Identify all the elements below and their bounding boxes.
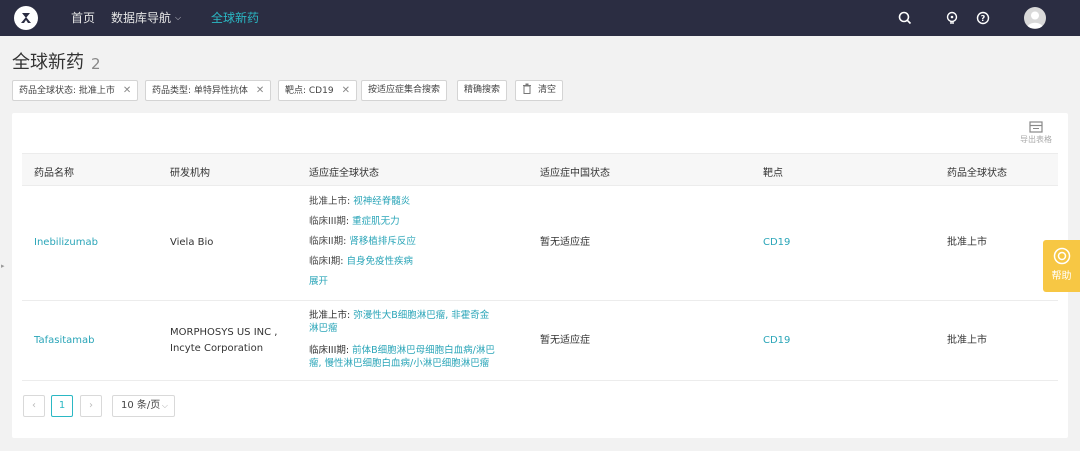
trash-icon [523,83,531,94]
help-circle-icon[interactable]: ? [975,10,991,26]
nav-home[interactable]: 首页 [71,11,95,25]
table-row: Inebilizumab Viela Bio 批准上市: 视神经脊髓炎 临床II… [22,186,1058,301]
lifebuoy-icon [1053,247,1070,265]
indication-item: 临床II期: 肾移植排斥反应 [309,235,416,248]
page-title: 全球新药 [12,52,84,73]
filter-chip-label: 药品类型: 单特异性抗体 [152,86,248,96]
nav-database-label: 数据库导航 [111,11,172,25]
global-drug-status: 批准上市 [947,335,987,346]
target-link[interactable]: CD19 [763,236,790,250]
top-nav-bar: 首页 数据库导航 ⌵ 全球新药 ? [0,0,1080,36]
precise-search-button[interactable]: 精确搜索 [457,80,508,101]
svg-text:?: ? [981,14,986,23]
export-label: 导出表格 [1020,135,1052,144]
filter-chip-global-status[interactable]: 药品全球状态: 批准上市 ✕ [12,80,139,101]
indication-link[interactable]: 肾移植排斥反应 [349,236,416,247]
organization-line-1: MORPHOSYS US INC , [170,327,278,338]
col-drug-name[interactable]: 药品名称 [34,164,74,179]
clear-label: 清空 [538,85,557,95]
page-size-select[interactable]: 10 条/页 ⌵ [112,395,175,417]
help-float-button[interactable]: 帮助 [1043,240,1080,292]
table-row: Tafasitamab MORPHOSYS US INC , Incyte Co… [22,301,1058,381]
indication-item: 临床III期: 前体B细胞淋巴母细胞白血病/淋巴 瘤, 慢性淋巴细胞白血病/小淋… [309,344,519,370]
col-global-indication-status[interactable]: 适应症全球状态 [309,164,379,179]
export-table-icon [1029,121,1043,133]
drug-name-link[interactable]: Inebilizumab [34,236,98,250]
page-1-button[interactable]: 1 [51,395,73,417]
indication-phase: 临床III期: [309,216,353,227]
prev-page-button[interactable]: ‹ [23,395,45,417]
close-icon[interactable]: ✕ [123,85,131,96]
clear-button[interactable]: 清空 [515,80,564,101]
filter-chip-label: 药品全球状态: 批准上市 [19,86,115,96]
indication-phase: 临床II期: [309,236,350,247]
result-count: 2 [91,55,101,73]
results-card: 导出表格 药品名称 研发机构 适应症全球状态 适应症中国状态 靶点 药品全球状态… [12,113,1068,438]
export-button[interactable]: 导出表格 [1016,121,1056,145]
indication-item: 临床I期: 自身免疫性疾病 [309,255,413,268]
china-status: 暂无适应症 [540,335,590,346]
indication-link[interactable]: 视神经脊髓炎 [353,196,410,207]
col-organization[interactable]: 研发机构 [170,164,210,179]
indication-link[interactable]: 瘤, 慢性淋巴细胞白血病/小淋巴细胞淋巴瘤 [309,358,489,369]
search-icon[interactable] [897,10,913,26]
china-status: 暂无适应症 [540,237,590,248]
col-target[interactable]: 靶点 [763,164,783,179]
global-drug-status: 批准上市 [947,237,987,248]
indication-link[interactable]: 自身免疫性疾病 [347,256,414,267]
sidebar-expand-icon[interactable]: ▸ [1,262,5,270]
user-icon [1027,11,1043,28]
indication-phase: 批准上市: [309,196,354,207]
chevron-down-icon: ⌵ [161,401,168,410]
filter-chip-target[interactable]: 靶点: CD19 ✕ [278,80,357,101]
organization-line-2: Incyte Corporation [170,343,264,354]
indication-item: 批准上市: 视神经脊髓炎 [309,195,410,208]
indication-phase: 临床III期: [309,345,353,356]
bulb-icon[interactable] [944,10,960,26]
user-avatar[interactable] [1024,7,1046,29]
close-icon[interactable]: ✕ [342,85,350,96]
help-label: 帮助 [1051,271,1072,282]
indication-phase: 批准上市: [309,310,354,321]
organization: Viela Bio [170,237,214,248]
table-header: 药品名称 研发机构 适应症全球状态 适应症中国状态 靶点 药品全球状态 [22,153,1058,186]
nav-database[interactable]: 数据库导航 ⌵ [111,11,181,25]
indication-link[interactable]: 前体B细胞淋巴母细胞白血病/淋巴 [352,345,495,356]
nav-global-new-drugs[interactable]: 全球新药 [211,11,259,25]
indication-link[interactable]: 重症肌无力 [352,216,400,227]
filter-chip-drug-type[interactable]: 药品类型: 单特异性抗体 ✕ [145,80,272,101]
col-china-indication-status[interactable]: 适应症中国状态 [540,164,610,179]
indication-link[interactable]: 弥漫性大B细胞淋巴瘤, 非霍奇金 [353,310,489,321]
indication-phase: 临床I期: [309,256,347,267]
indication-search-button[interactable]: 按适应症集合搜索 [361,80,448,101]
indication-item: 临床III期: 重症肌无力 [309,215,400,228]
logo-icon [21,13,31,23]
indication-link[interactable]: 淋巴瘤 [309,323,338,334]
filter-chip-label: 靶点: CD19 [285,86,334,96]
expand-link[interactable]: 展开 [309,275,328,288]
page-size-value: 10 条/页 [121,400,161,411]
indication-item: 批准上市: 弥漫性大B细胞淋巴瘤, 非霍奇金 淋巴瘤 [309,309,519,335]
col-global-drug-status[interactable]: 药品全球状态 [947,164,1007,179]
close-icon[interactable]: ✕ [256,85,264,96]
app-logo[interactable] [14,6,38,30]
next-page-button[interactable]: › [80,395,102,417]
drug-name-link[interactable]: Tafasitamab [34,334,94,348]
chevron-down-icon: ⌵ [175,13,182,22]
target-link[interactable]: CD19 [763,334,790,348]
